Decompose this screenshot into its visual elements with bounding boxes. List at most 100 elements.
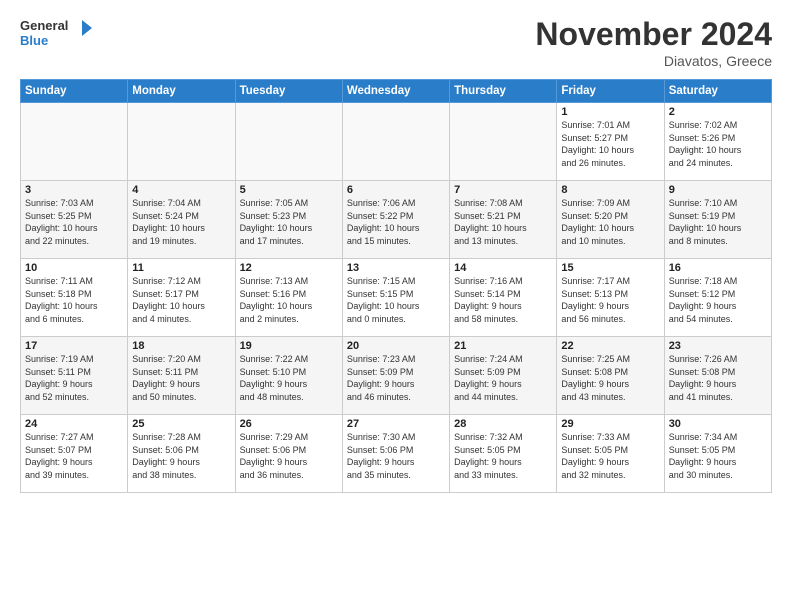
table-row: 24Sunrise: 7:27 AMSunset: 5:07 PMDayligh… <box>21 415 128 493</box>
table-row: 11Sunrise: 7:12 AMSunset: 5:17 PMDayligh… <box>128 259 235 337</box>
table-row: 22Sunrise: 7:25 AMSunset: 5:08 PMDayligh… <box>557 337 664 415</box>
day-info: Sunrise: 7:16 AMSunset: 5:14 PMDaylight:… <box>454 275 552 325</box>
day-number: 26 <box>240 418 338 430</box>
day-info: Sunrise: 7:30 AMSunset: 5:06 PMDaylight:… <box>347 431 445 481</box>
day-number: 21 <box>454 340 552 352</box>
day-info: Sunrise: 7:05 AMSunset: 5:23 PMDaylight:… <box>240 197 338 247</box>
day-number: 20 <box>347 340 445 352</box>
day-number: 9 <box>669 184 767 196</box>
day-number: 5 <box>240 184 338 196</box>
table-row: 17Sunrise: 7:19 AMSunset: 5:11 PMDayligh… <box>21 337 128 415</box>
day-number: 29 <box>561 418 659 430</box>
day-info: Sunrise: 7:25 AMSunset: 5:08 PMDaylight:… <box>561 353 659 403</box>
day-number: 8 <box>561 184 659 196</box>
day-info: Sunrise: 7:06 AMSunset: 5:22 PMDaylight:… <box>347 197 445 247</box>
day-number: 11 <box>132 262 230 274</box>
day-number: 2 <box>669 106 767 118</box>
table-row: 27Sunrise: 7:30 AMSunset: 5:06 PMDayligh… <box>342 415 449 493</box>
table-row: 15Sunrise: 7:17 AMSunset: 5:13 PMDayligh… <box>557 259 664 337</box>
table-row: 14Sunrise: 7:16 AMSunset: 5:14 PMDayligh… <box>450 259 557 337</box>
day-number: 12 <box>240 262 338 274</box>
table-row: 13Sunrise: 7:15 AMSunset: 5:15 PMDayligh… <box>342 259 449 337</box>
table-row: 30Sunrise: 7:34 AMSunset: 5:05 PMDayligh… <box>664 415 771 493</box>
table-row: 4Sunrise: 7:04 AMSunset: 5:24 PMDaylight… <box>128 181 235 259</box>
day-number: 19 <box>240 340 338 352</box>
day-info: Sunrise: 7:12 AMSunset: 5:17 PMDaylight:… <box>132 275 230 325</box>
day-info: Sunrise: 7:02 AMSunset: 5:26 PMDaylight:… <box>669 119 767 169</box>
table-row <box>128 103 235 181</box>
day-number: 16 <box>669 262 767 274</box>
day-info: Sunrise: 7:18 AMSunset: 5:12 PMDaylight:… <box>669 275 767 325</box>
table-row: 5Sunrise: 7:05 AMSunset: 5:23 PMDaylight… <box>235 181 342 259</box>
day-info: Sunrise: 7:03 AMSunset: 5:25 PMDaylight:… <box>25 197 123 247</box>
logo-icon: GeneralBlue <box>20 16 100 48</box>
day-info: Sunrise: 7:27 AMSunset: 5:07 PMDaylight:… <box>25 431 123 481</box>
table-row: 1Sunrise: 7:01 AMSunset: 5:27 PMDaylight… <box>557 103 664 181</box>
table-row: 9Sunrise: 7:10 AMSunset: 5:19 PMDaylight… <box>664 181 771 259</box>
week-row-4: 17Sunrise: 7:19 AMSunset: 5:11 PMDayligh… <box>21 337 772 415</box>
day-number: 17 <box>25 340 123 352</box>
col-friday: Friday <box>557 80 664 103</box>
col-saturday: Saturday <box>664 80 771 103</box>
week-row-3: 10Sunrise: 7:11 AMSunset: 5:18 PMDayligh… <box>21 259 772 337</box>
day-number: 23 <box>669 340 767 352</box>
table-row: 26Sunrise: 7:29 AMSunset: 5:06 PMDayligh… <box>235 415 342 493</box>
table-row <box>450 103 557 181</box>
table-row: 25Sunrise: 7:28 AMSunset: 5:06 PMDayligh… <box>128 415 235 493</box>
table-row <box>235 103 342 181</box>
table-row: 16Sunrise: 7:18 AMSunset: 5:12 PMDayligh… <box>664 259 771 337</box>
svg-text:Blue: Blue <box>20 33 48 48</box>
col-monday: Monday <box>128 80 235 103</box>
table-row: 19Sunrise: 7:22 AMSunset: 5:10 PMDayligh… <box>235 337 342 415</box>
week-row-2: 3Sunrise: 7:03 AMSunset: 5:25 PMDaylight… <box>21 181 772 259</box>
day-number: 14 <box>454 262 552 274</box>
col-tuesday: Tuesday <box>235 80 342 103</box>
day-info: Sunrise: 7:19 AMSunset: 5:11 PMDaylight:… <box>25 353 123 403</box>
day-info: Sunrise: 7:29 AMSunset: 5:06 PMDaylight:… <box>240 431 338 481</box>
table-row: 12Sunrise: 7:13 AMSunset: 5:16 PMDayligh… <box>235 259 342 337</box>
weekday-header-row: Sunday Monday Tuesday Wednesday Thursday… <box>21 80 772 103</box>
table-row: 2Sunrise: 7:02 AMSunset: 5:26 PMDaylight… <box>664 103 771 181</box>
table-row: 18Sunrise: 7:20 AMSunset: 5:11 PMDayligh… <box>128 337 235 415</box>
day-number: 4 <box>132 184 230 196</box>
day-info: Sunrise: 7:20 AMSunset: 5:11 PMDaylight:… <box>132 353 230 403</box>
day-info: Sunrise: 7:09 AMSunset: 5:20 PMDaylight:… <box>561 197 659 247</box>
title-block: November 2024 Diavatos, Greece <box>535 16 772 69</box>
table-row: 7Sunrise: 7:08 AMSunset: 5:21 PMDaylight… <box>450 181 557 259</box>
day-number: 6 <box>347 184 445 196</box>
day-number: 25 <box>132 418 230 430</box>
table-row: 8Sunrise: 7:09 AMSunset: 5:20 PMDaylight… <box>557 181 664 259</box>
col-sunday: Sunday <box>21 80 128 103</box>
day-info: Sunrise: 7:13 AMSunset: 5:16 PMDaylight:… <box>240 275 338 325</box>
day-info: Sunrise: 7:23 AMSunset: 5:09 PMDaylight:… <box>347 353 445 403</box>
day-info: Sunrise: 7:24 AMSunset: 5:09 PMDaylight:… <box>454 353 552 403</box>
month-title: November 2024 <box>535 16 772 53</box>
day-number: 24 <box>25 418 123 430</box>
day-number: 27 <box>347 418 445 430</box>
day-info: Sunrise: 7:32 AMSunset: 5:05 PMDaylight:… <box>454 431 552 481</box>
week-row-1: 1Sunrise: 7:01 AMSunset: 5:27 PMDaylight… <box>21 103 772 181</box>
logo: GeneralBlue <box>20 16 100 48</box>
day-number: 28 <box>454 418 552 430</box>
table-row <box>342 103 449 181</box>
day-number: 10 <box>25 262 123 274</box>
page: GeneralBlue November 2024 Diavatos, Gree… <box>0 0 792 612</box>
day-info: Sunrise: 7:11 AMSunset: 5:18 PMDaylight:… <box>25 275 123 325</box>
day-info: Sunrise: 7:04 AMSunset: 5:24 PMDaylight:… <box>132 197 230 247</box>
day-number: 13 <box>347 262 445 274</box>
table-row <box>21 103 128 181</box>
day-number: 15 <box>561 262 659 274</box>
calendar: Sunday Monday Tuesday Wednesday Thursday… <box>20 79 772 493</box>
table-row: 10Sunrise: 7:11 AMSunset: 5:18 PMDayligh… <box>21 259 128 337</box>
table-row: 29Sunrise: 7:33 AMSunset: 5:05 PMDayligh… <box>557 415 664 493</box>
location: Diavatos, Greece <box>535 53 772 69</box>
day-number: 18 <box>132 340 230 352</box>
table-row: 28Sunrise: 7:32 AMSunset: 5:05 PMDayligh… <box>450 415 557 493</box>
header: GeneralBlue November 2024 Diavatos, Gree… <box>20 16 772 69</box>
table-row: 20Sunrise: 7:23 AMSunset: 5:09 PMDayligh… <box>342 337 449 415</box>
col-wednesday: Wednesday <box>342 80 449 103</box>
day-number: 30 <box>669 418 767 430</box>
day-info: Sunrise: 7:26 AMSunset: 5:08 PMDaylight:… <box>669 353 767 403</box>
day-info: Sunrise: 7:17 AMSunset: 5:13 PMDaylight:… <box>561 275 659 325</box>
day-number: 7 <box>454 184 552 196</box>
